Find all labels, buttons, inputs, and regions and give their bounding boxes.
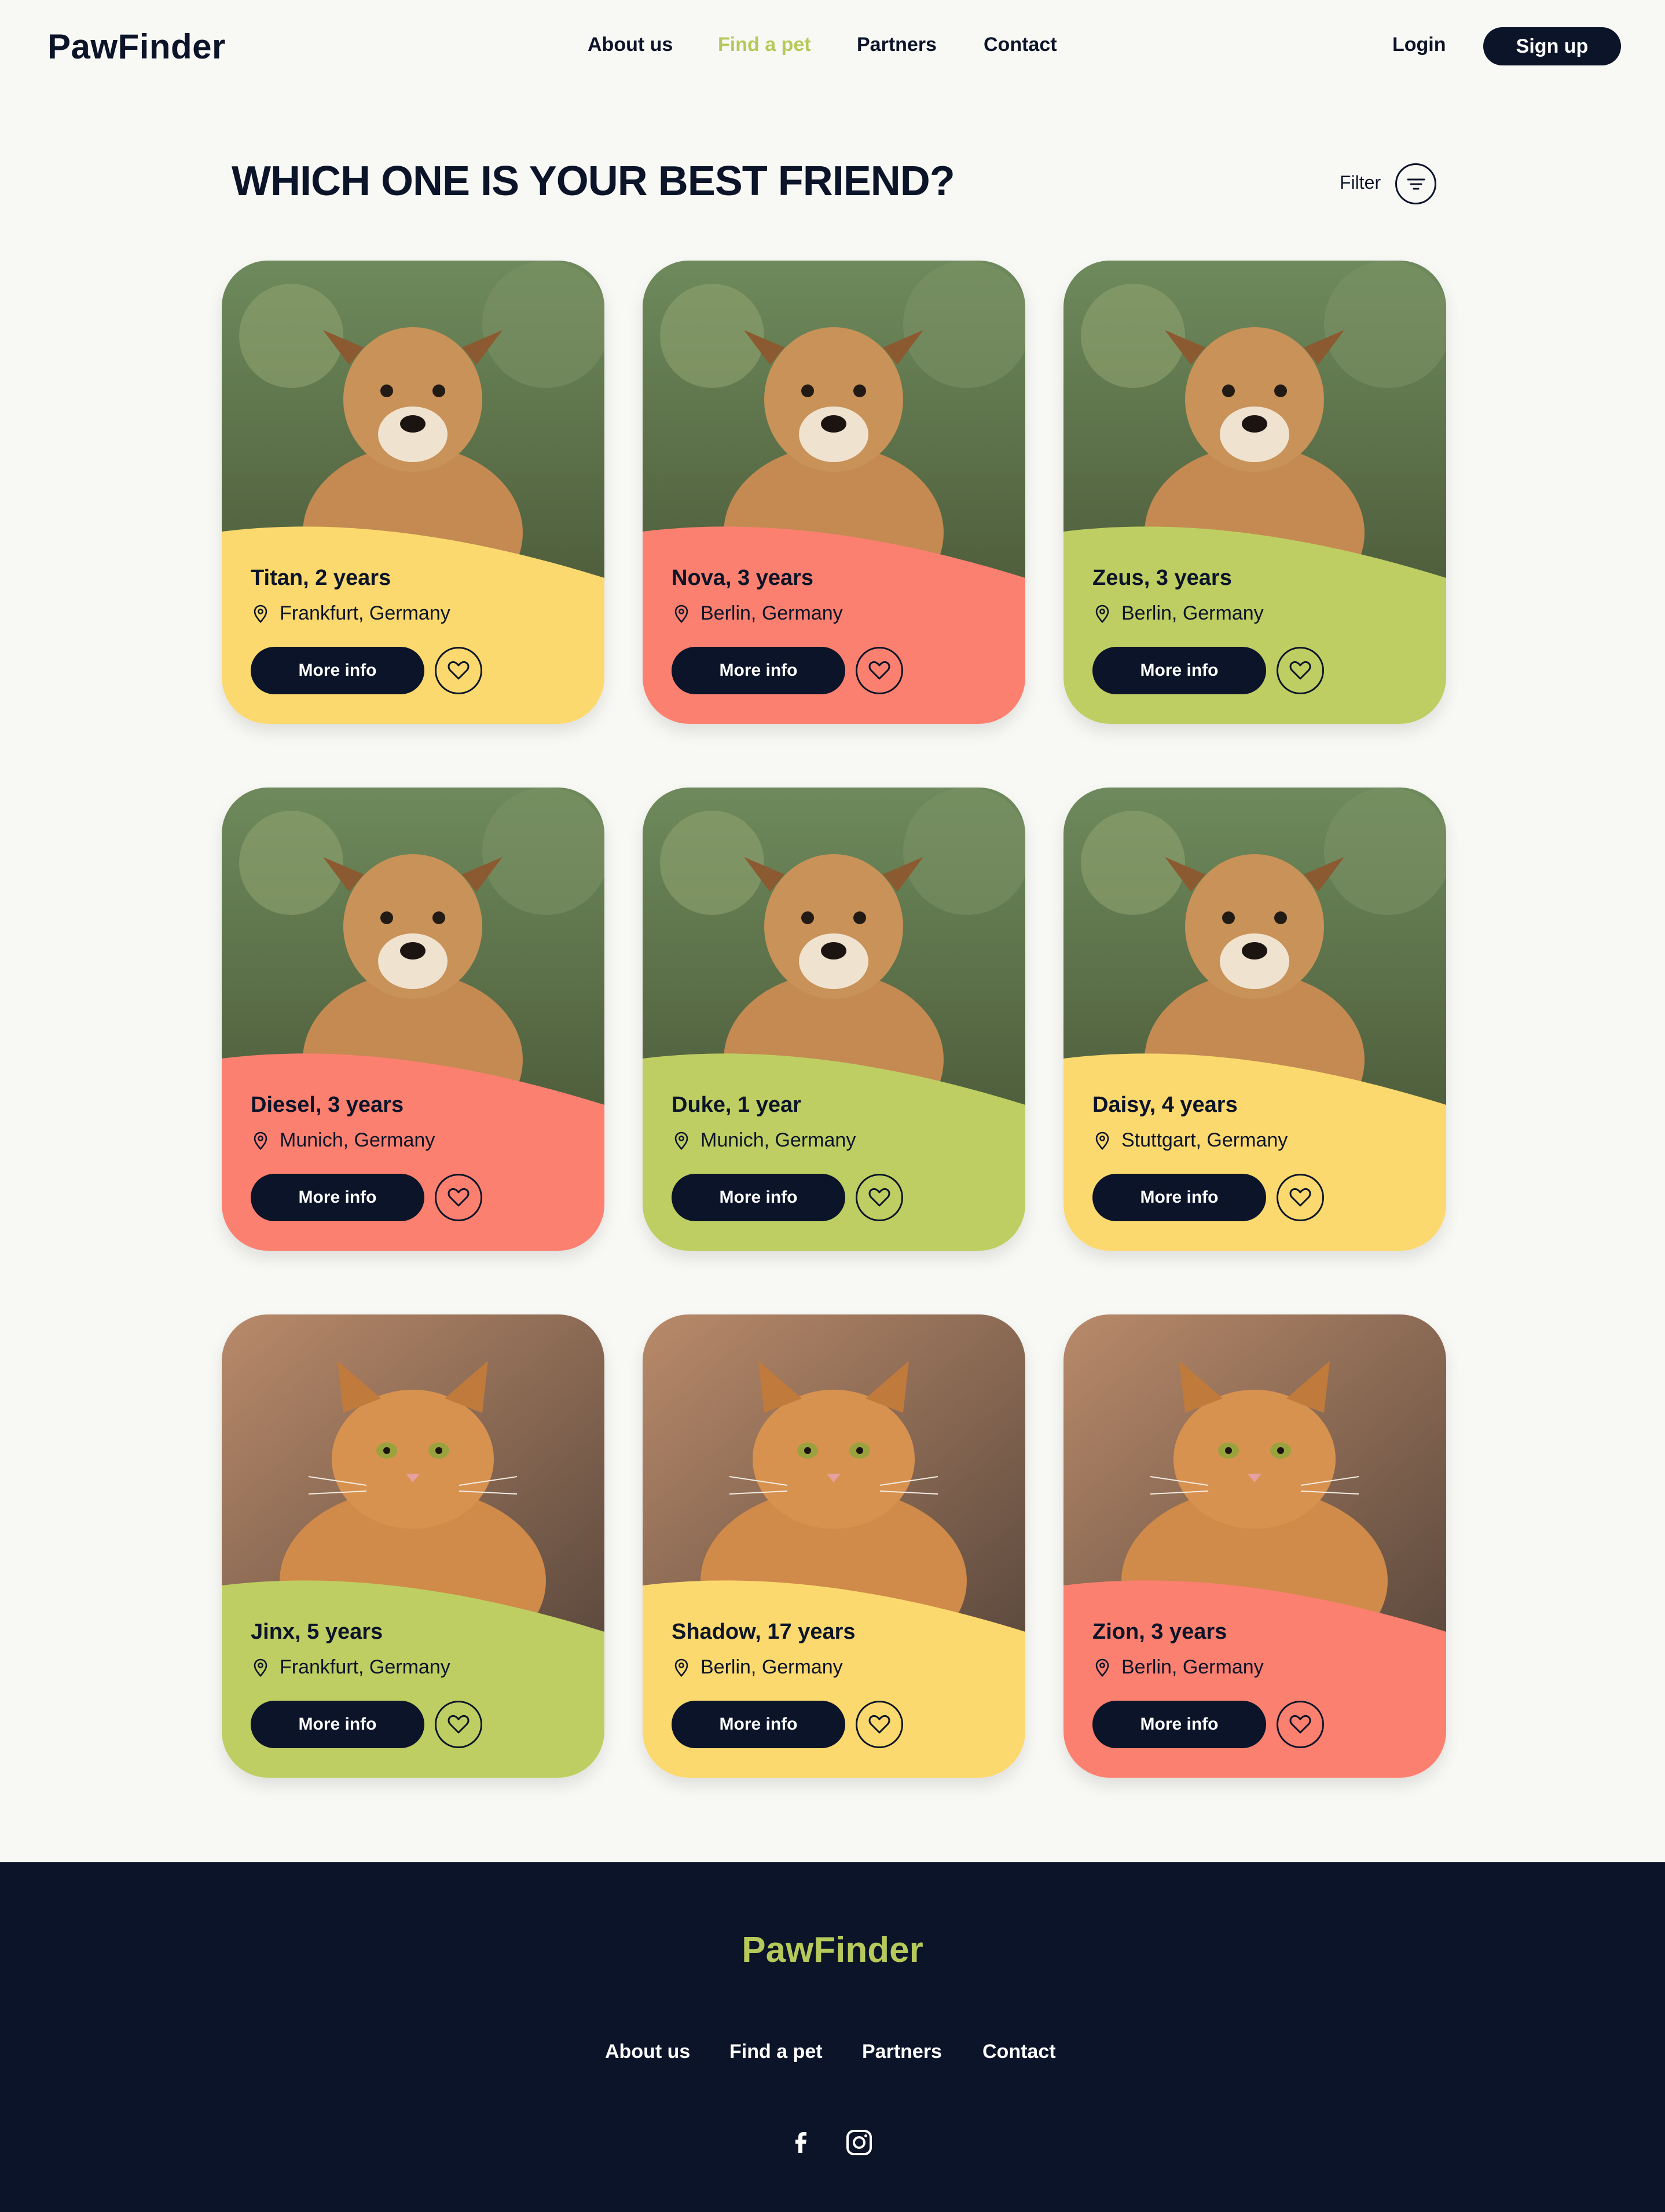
location-pin-icon bbox=[254, 605, 267, 623]
pet-location: Berlin, Germany bbox=[1092, 602, 1264, 625]
pet-name: Zion, 3 years bbox=[1092, 1620, 1227, 1644]
pet-name: Duke, 1 year bbox=[672, 1093, 801, 1117]
signup-button[interactable]: Sign up bbox=[1483, 27, 1621, 65]
pet-location: Berlin, Germany bbox=[1092, 1656, 1264, 1679]
pet-card[interactable]: Shadow, 17 years Berlin, Germany More in… bbox=[643, 1314, 1025, 1778]
location-pin-icon bbox=[254, 1131, 267, 1150]
footer-nav-partners[interactable]: Partners bbox=[862, 2041, 942, 2063]
heart-icon bbox=[448, 661, 470, 680]
nav-contact[interactable]: Contact bbox=[984, 34, 1057, 56]
pet-location-text: Berlin, Germany bbox=[1121, 602, 1264, 624]
pet-name: Shadow, 17 years bbox=[672, 1620, 856, 1644]
pet-card[interactable]: Daisy, 4 years Stuttgart, Germany More i… bbox=[1063, 788, 1446, 1251]
pet-name: Nova, 3 years bbox=[672, 566, 814, 590]
heart-icon bbox=[448, 1715, 470, 1734]
pet-name: Daisy, 4 years bbox=[1092, 1093, 1238, 1117]
login-link[interactable]: Login bbox=[1392, 34, 1446, 56]
pet-location: Frankfurt, Germany bbox=[251, 602, 450, 625]
heart-icon bbox=[1289, 1715, 1311, 1734]
heart-icon bbox=[1289, 1188, 1311, 1207]
facebook-icon[interactable] bbox=[784, 2125, 819, 2160]
pet-card[interactable]: Titan, 2 years Frankfurt, Germany More i… bbox=[222, 261, 604, 724]
footer-nav-find-a-pet[interactable]: Find a pet bbox=[729, 2041, 823, 2063]
favorite-button[interactable] bbox=[856, 1174, 903, 1221]
pet-location-text: Frankfurt, Germany bbox=[280, 602, 450, 624]
nav-partners[interactable]: Partners bbox=[857, 34, 937, 56]
pet-location-text: Berlin, Germany bbox=[1121, 1656, 1264, 1678]
footer-nav-about-us[interactable]: About us bbox=[605, 2041, 690, 2063]
more-info-button[interactable]: More info bbox=[1092, 1701, 1266, 1748]
pet-location-text: Stuttgart, Germany bbox=[1121, 1129, 1288, 1151]
more-info-button[interactable]: More info bbox=[672, 1174, 845, 1221]
location-pin-icon bbox=[674, 1658, 688, 1677]
pet-location-text: Frankfurt, Germany bbox=[280, 1656, 450, 1678]
pet-name: Jinx, 5 years bbox=[251, 1620, 383, 1644]
more-info-button[interactable]: More info bbox=[672, 647, 845, 694]
favorite-button[interactable] bbox=[1277, 1701, 1324, 1748]
pet-location: Munich, Germany bbox=[672, 1129, 856, 1152]
page-title: Which one is your best friend? bbox=[232, 158, 955, 204]
pet-location: Berlin, Germany bbox=[672, 602, 843, 625]
heart-icon bbox=[868, 661, 890, 680]
more-info-button[interactable]: More info bbox=[672, 1701, 845, 1748]
heart-icon bbox=[868, 1715, 890, 1734]
pet-location: Munich, Germany bbox=[251, 1129, 435, 1152]
footer-logo[interactable]: PawFinder bbox=[0, 1929, 1665, 1971]
more-info-button[interactable]: More info bbox=[251, 647, 424, 694]
more-info-button[interactable]: More info bbox=[1092, 647, 1266, 694]
nav-find-a-pet[interactable]: Find a pet bbox=[718, 34, 811, 56]
pet-location: Berlin, Germany bbox=[672, 1656, 843, 1679]
pet-name: Diesel, 3 years bbox=[251, 1093, 404, 1117]
location-pin-icon bbox=[674, 1131, 688, 1150]
site-header: PawFinder About us Find a pet Partners C… bbox=[0, 0, 1665, 96]
favorite-button[interactable] bbox=[435, 1174, 482, 1221]
more-info-button[interactable]: More info bbox=[1092, 1174, 1266, 1221]
site-footer: PawFinder About us Find a pet Partners C… bbox=[0, 1862, 1665, 2212]
pet-name: Titan, 2 years bbox=[251, 566, 391, 590]
heart-icon bbox=[868, 1188, 890, 1207]
instagram-icon[interactable] bbox=[842, 2125, 876, 2160]
location-pin-icon bbox=[1095, 605, 1109, 623]
more-info-button[interactable]: More info bbox=[251, 1174, 424, 1221]
pet-location: Frankfurt, Germany bbox=[251, 1656, 450, 1679]
heart-icon bbox=[1289, 661, 1311, 680]
filter-icon bbox=[1407, 178, 1425, 189]
pet-card[interactable]: Duke, 1 year Munich, Germany More info bbox=[643, 788, 1025, 1251]
pet-location-text: Berlin, Germany bbox=[701, 1656, 843, 1678]
location-pin-icon bbox=[674, 605, 688, 623]
favorite-button[interactable] bbox=[856, 647, 903, 694]
filter-label[interactable]: Filter bbox=[1340, 172, 1381, 193]
location-pin-icon bbox=[1095, 1131, 1109, 1150]
pet-location-text: Berlin, Germany bbox=[701, 602, 843, 624]
favorite-button[interactable] bbox=[435, 1701, 482, 1748]
favorite-button[interactable] bbox=[435, 647, 482, 694]
more-info-button[interactable]: More info bbox=[251, 1701, 424, 1748]
pet-card[interactable]: Diesel, 3 years Munich, Germany More inf… bbox=[222, 788, 604, 1251]
location-pin-icon bbox=[254, 1658, 267, 1677]
pet-name: Zeus, 3 years bbox=[1092, 566, 1232, 590]
pet-card[interactable]: Jinx, 5 years Frankfurt, Germany More in… bbox=[222, 1314, 604, 1778]
heart-icon bbox=[448, 1188, 470, 1207]
favorite-button[interactable] bbox=[856, 1701, 903, 1748]
pet-location-text: Munich, Germany bbox=[280, 1129, 435, 1151]
favorite-button[interactable] bbox=[1277, 647, 1324, 694]
location-pin-icon bbox=[1095, 1658, 1109, 1677]
filter-button[interactable] bbox=[1395, 163, 1436, 204]
footer-nav-contact[interactable]: Contact bbox=[982, 2041, 1056, 2063]
pet-card[interactable]: Zeus, 3 years Berlin, Germany More info bbox=[1063, 261, 1446, 724]
pet-location: Stuttgart, Germany bbox=[1092, 1129, 1288, 1152]
pet-location-text: Munich, Germany bbox=[701, 1129, 856, 1151]
nav-about-us[interactable]: About us bbox=[588, 34, 673, 56]
pet-card[interactable]: Zion, 3 years Berlin, Germany More info bbox=[1063, 1314, 1446, 1778]
favorite-button[interactable] bbox=[1277, 1174, 1324, 1221]
pet-card[interactable]: Nova, 3 years Berlin, Germany More info bbox=[643, 261, 1025, 724]
